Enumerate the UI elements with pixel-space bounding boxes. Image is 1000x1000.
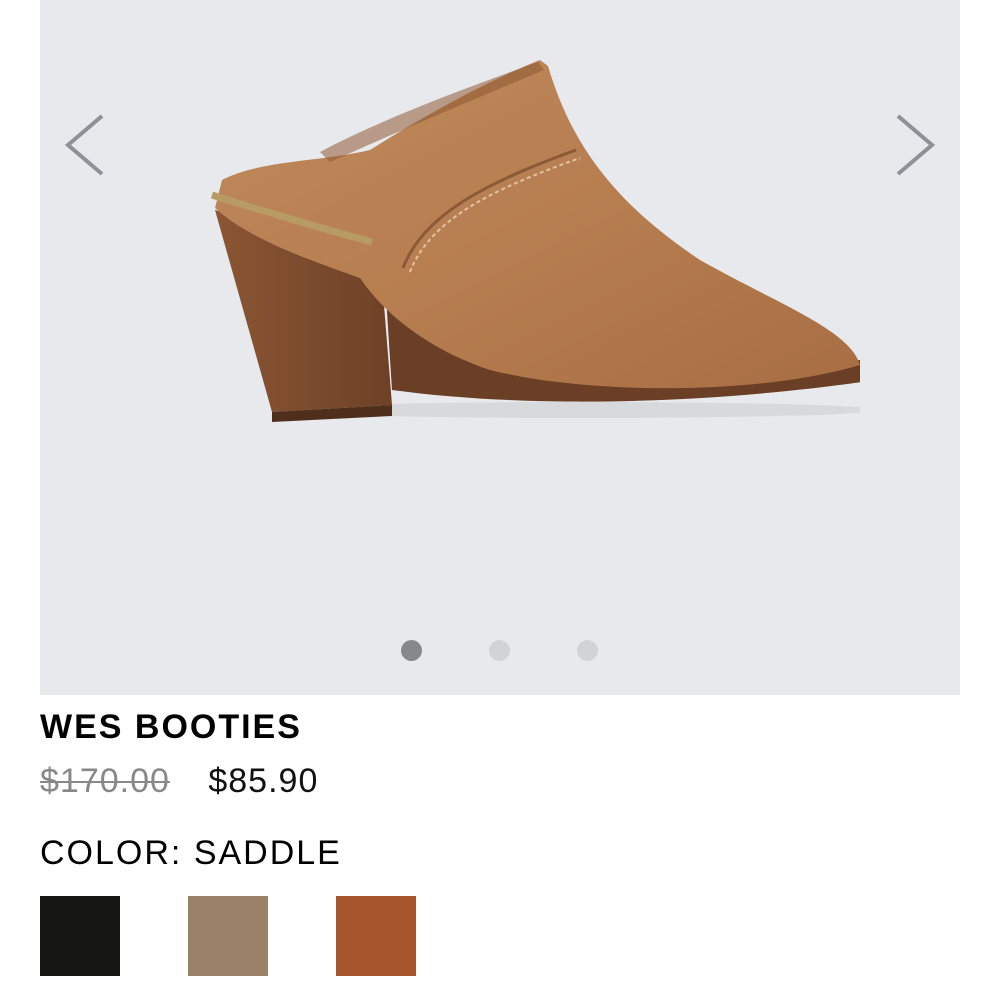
color-swatch-2[interactable]	[188, 896, 268, 976]
previous-image-button[interactable]	[62, 112, 112, 178]
color-label-prefix: COLOR:	[40, 834, 183, 872]
chevron-right-icon	[896, 114, 936, 176]
selected-color-name: SADDLE	[193, 834, 342, 872]
color-swatch-1[interactable]	[40, 896, 120, 976]
product-title: WES BOOTIES	[40, 708, 302, 746]
color-swatches	[40, 896, 440, 976]
sale-price: $85.90	[208, 762, 319, 800]
carousel-dot-1[interactable]	[401, 640, 422, 661]
color-label: COLOR: SADDLE	[40, 834, 342, 873]
product-image	[160, 50, 860, 430]
color-swatch-3[interactable]	[336, 896, 416, 976]
carousel-dot-2[interactable]	[489, 640, 510, 661]
price-row: $170.00 $85.90	[40, 762, 318, 801]
next-image-button[interactable]	[888, 112, 938, 178]
original-price: $170.00	[40, 762, 170, 800]
product-image-carousel[interactable]	[40, 0, 960, 695]
chevron-left-icon	[64, 114, 104, 176]
carousel-pagination	[40, 640, 960, 662]
carousel-dot-3[interactable]	[577, 640, 598, 661]
